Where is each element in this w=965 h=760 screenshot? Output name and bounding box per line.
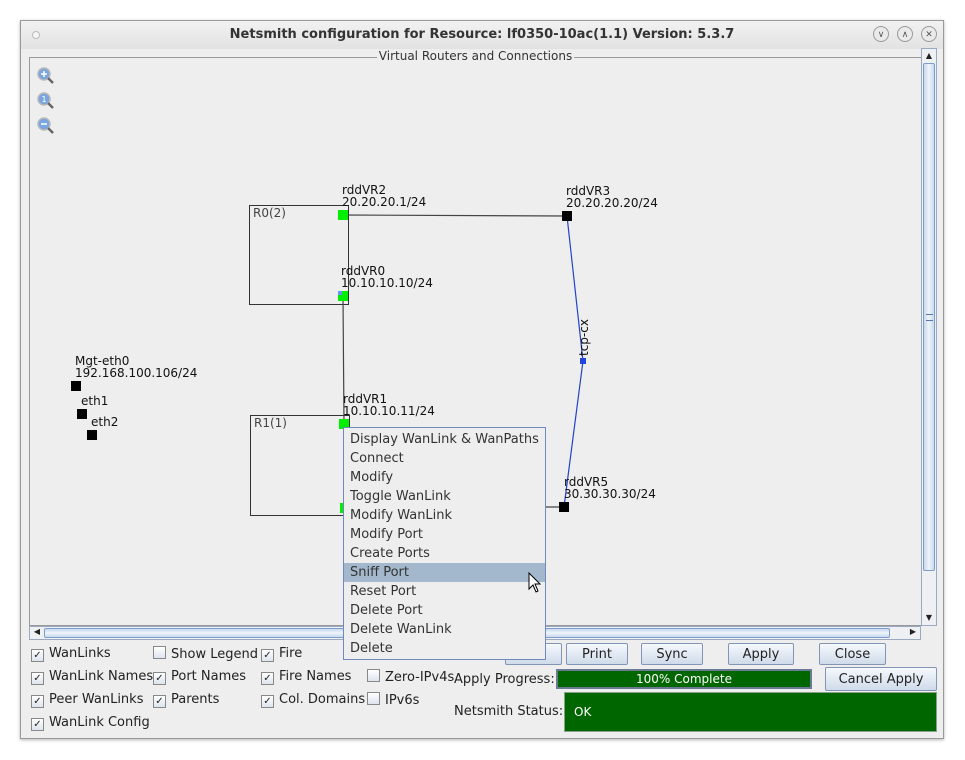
port-ip: 20.20.20.1/24 (342, 195, 427, 209)
checkbox-fire-names[interactable]: ✓ Fire Names (261, 669, 351, 685)
checkbox-wanlink-names[interactable]: ✓ WanLink Names (31, 669, 153, 685)
apply-button[interactable]: Apply (728, 643, 794, 665)
checkbox-unchecked-icon (367, 669, 380, 682)
netsmith-status-value: OK (564, 692, 937, 732)
checkbox-checked-icon: ✓ (31, 718, 44, 731)
menu-item-delete-port[interactable]: Delete Port (344, 601, 545, 620)
checkbox-checked-icon: ✓ (261, 649, 274, 662)
checkbox-checked-icon: ✓ (153, 695, 166, 708)
checkbox-unchecked-icon (367, 692, 380, 705)
scroll-up-icon[interactable]: ▲ (922, 49, 936, 63)
router-box-r1[interactable] (250, 415, 350, 516)
checkbox-wanlink-config[interactable]: ✓ WanLink Config (31, 715, 150, 731)
checkbox-checked-icon: ✓ (261, 695, 274, 708)
sync-button[interactable]: Sync (641, 643, 703, 665)
port-rddVR5[interactable] (559, 502, 569, 512)
netsmith-status-label: Netsmith Status: (454, 704, 564, 719)
print-button[interactable]: Print (566, 643, 628, 665)
port-ip: 20.20.20.20/24 (566, 196, 658, 210)
menu-item-modify-port[interactable]: Modify Port (344, 525, 545, 544)
checkbox-fire[interactable]: ✓ Fire (261, 646, 302, 662)
checkbox-show-legend[interactable]: Show Legend (153, 646, 258, 662)
menu-item-display-wanlink[interactable]: Display WanLink & WanPaths (344, 430, 545, 449)
port-ip: 10.10.10.11/24 (343, 404, 435, 418)
grip-icon (926, 314, 933, 321)
checkbox-parents[interactable]: ✓ Parents (153, 692, 219, 708)
port-mgt-eth0[interactable] (71, 381, 81, 391)
port-eth2[interactable] (87, 430, 97, 440)
vertical-scrollbar[interactable]: ▲ ▼ (921, 48, 937, 626)
checkbox-wanlinks[interactable]: ✓ WanLinks (31, 646, 111, 662)
menu-item-modify-wanlink[interactable]: Modify WanLink (344, 506, 545, 525)
apply-progress-label: Apply Progress: (454, 672, 555, 687)
checkbox-checked-icon: ✓ (31, 672, 44, 685)
port-rddVR3[interactable] (562, 211, 572, 221)
scroll-right-icon[interactable]: ▶ (906, 626, 920, 638)
port-name: eth2 (91, 415, 119, 429)
checkbox-peer-wanlinks[interactable]: ✓ Peer WanLinks (31, 692, 143, 708)
router-box-r0[interactable] (249, 205, 349, 305)
wanlink-label: tcp-cx (577, 319, 591, 356)
menu-item-delete[interactable]: Delete (344, 639, 545, 658)
menu-item-connect[interactable]: Connect (344, 449, 545, 468)
port-ip: 30.30.30.30/24 (564, 487, 656, 501)
link-rddVR2-rddVR3[interactable] (342, 214, 568, 217)
checkbox-zero-ipv4s[interactable]: Zero-IPv4s (367, 669, 454, 685)
port-rddVR2[interactable] (338, 210, 348, 220)
checkbox-col-domains[interactable]: ✓ Col. Domains (261, 692, 365, 708)
wanlink-midpoint-handle[interactable] (580, 358, 586, 364)
menu-item-toggle-wanlink[interactable]: Toggle WanLink (344, 487, 545, 506)
port-eth1[interactable] (77, 409, 87, 419)
checkbox-ipv6s[interactable]: IPv6s (367, 692, 419, 708)
checkbox-checked-icon: ✓ (153, 672, 166, 685)
port-ip: 10.10.10.10/24 (341, 276, 433, 290)
vertical-scroll-thumb[interactable] (923, 63, 935, 571)
router-label-r0: R0(2) (253, 206, 286, 220)
checkbox-checked-icon: ✓ (261, 672, 274, 685)
apply-progress-bar: 100% Complete (556, 669, 812, 689)
menu-item-reset-port[interactable]: Reset Port (344, 582, 545, 601)
checkbox-port-names[interactable]: ✓ Port Names (153, 669, 246, 685)
port-rddVR0-marker (338, 291, 342, 295)
mouse-cursor-icon (528, 572, 542, 593)
menu-item-create-ports[interactable]: Create Ports (344, 544, 545, 563)
scroll-left-icon[interactable]: ◀ (30, 626, 44, 638)
menu-item-sniff-port[interactable]: Sniff Port (344, 563, 545, 582)
context-menu: Display WanLink & WanPaths Connect Modif… (343, 427, 546, 660)
checkbox-checked-icon: ✓ (31, 695, 44, 708)
scroll-down-icon[interactable]: ▼ (922, 611, 936, 625)
port-name: eth1 (81, 394, 109, 408)
port-ip: 192.168.100.106/24 (75, 366, 198, 380)
cancel-apply-button[interactable]: Cancel Apply (825, 667, 937, 691)
router-label-r1: R1(1) (254, 416, 287, 430)
checkbox-unchecked-icon (153, 646, 166, 659)
checkbox-checked-icon: ✓ (31, 649, 44, 662)
close-button[interactable]: Close (819, 643, 886, 665)
menu-item-delete-wanlink[interactable]: Delete WanLink (344, 620, 545, 639)
menu-item-modify[interactable]: Modify (344, 468, 545, 487)
